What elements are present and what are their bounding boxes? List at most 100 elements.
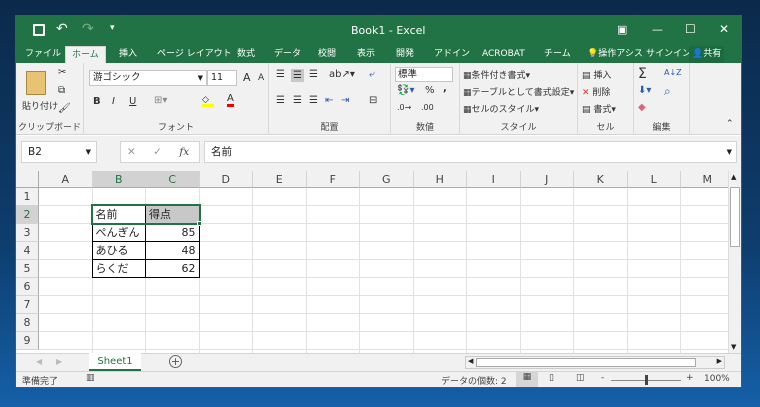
merge-icon[interactable]: ⊟ bbox=[369, 95, 377, 106]
wrap-text-icon[interactable]: ⤶ bbox=[369, 69, 375, 80]
borders-icon[interactable]: ⊞▾ bbox=[154, 95, 167, 106]
zoom-slider-thumb[interactable] bbox=[645, 375, 648, 385]
zoom-slider[interactable] bbox=[611, 375, 681, 385]
cell-C4[interactable]: 48 bbox=[145, 241, 200, 260]
column-header-L[interactable]: L bbox=[627, 171, 681, 188]
tab-home[interactable]: ホーム bbox=[65, 46, 106, 63]
number-format-select[interactable]: 標準 bbox=[395, 67, 453, 82]
align-center-icon[interactable]: ☰ bbox=[293, 95, 302, 106]
zoom-level[interactable]: 100% bbox=[704, 374, 730, 384]
copy-icon[interactable]: ⧉ bbox=[58, 85, 65, 96]
cell-C3[interactable]: 85 bbox=[145, 223, 200, 242]
insert-cells-button[interactable]: ▤ 挿入 bbox=[582, 68, 611, 81]
horizontal-scroll-thumb[interactable] bbox=[476, 358, 696, 367]
row-header-1[interactable]: 1 bbox=[16, 188, 39, 206]
row-header-4[interactable]: 4 bbox=[16, 242, 39, 260]
tab-insert[interactable]: 挿入 bbox=[116, 46, 140, 63]
row-header-8[interactable]: 8 bbox=[16, 314, 39, 332]
bold-button[interactable]: B bbox=[93, 96, 101, 107]
tab-review[interactable]: 校閲 bbox=[315, 46, 339, 63]
fill-color-icon[interactable]: ◇ bbox=[202, 95, 214, 107]
font-name-select[interactable]: 游ゴシック ▼ bbox=[89, 70, 207, 86]
column-header-G[interactable]: G bbox=[360, 171, 414, 188]
column-header-I[interactable]: I bbox=[467, 171, 521, 188]
add-sheet-button[interactable]: + bbox=[169, 355, 182, 368]
expand-formula-icon[interactable]: ▼ bbox=[727, 142, 732, 162]
clear-button[interactable]: ◆ bbox=[638, 102, 646, 113]
orientation-icon[interactable]: ab↗▾ bbox=[329, 69, 355, 80]
tab-acrobat[interactable]: ACROBAT bbox=[479, 46, 528, 63]
currency-icon[interactable]: 💱▾ bbox=[397, 85, 414, 96]
horizontal-scrollbar[interactable]: ◀ ▶ bbox=[465, 356, 725, 369]
increase-decimal-icon[interactable]: .0→ bbox=[397, 103, 411, 112]
row-header-3[interactable]: 3 bbox=[16, 224, 39, 242]
shrink-font-button[interactable]: A bbox=[258, 73, 264, 83]
minimize-button[interactable]: — bbox=[652, 23, 663, 36]
format-cells-button[interactable]: ▤ 書式▾ bbox=[582, 102, 616, 115]
column-header-B[interactable]: B bbox=[92, 171, 146, 188]
sort-filter-button[interactable]: A↓Z bbox=[664, 68, 682, 77]
scroll-left-icon[interactable]: ◀ bbox=[468, 357, 473, 365]
fill-icon[interactable]: ⬇▾ bbox=[638, 85, 651, 96]
page-break-view-button[interactable]: ◫ bbox=[576, 373, 585, 383]
tab-addins[interactable]: アドイン bbox=[431, 46, 473, 63]
column-header-K[interactable]: K bbox=[574, 171, 628, 188]
collapse-ribbon-icon[interactable]: ⌃ bbox=[726, 119, 734, 129]
scroll-right-icon[interactable]: ▶ bbox=[717, 357, 722, 365]
align-bottom-icon[interactable]: ☰ bbox=[309, 69, 318, 80]
cell-C5[interactable]: 62 bbox=[145, 259, 200, 278]
column-header-H[interactable]: H bbox=[413, 171, 467, 188]
macro-record-icon[interactable]: ▥ bbox=[86, 373, 95, 383]
column-header-M[interactable]: M bbox=[681, 171, 728, 188]
row-header-6[interactable]: 6 bbox=[16, 278, 39, 296]
sheet-tab-sheet1[interactable]: Sheet1 bbox=[89, 353, 141, 371]
tab-file[interactable]: ファイル bbox=[22, 46, 64, 63]
vertical-scrollbar[interactable]: ▲ ▼ bbox=[728, 171, 741, 353]
cell-B4[interactable]: あひる bbox=[91, 241, 146, 260]
column-header-A[interactable]: A bbox=[39, 171, 93, 188]
maximize-button[interactable]: ☐ bbox=[685, 22, 696, 36]
tab-team[interactable]: チーム bbox=[541, 46, 574, 63]
align-left-icon[interactable]: ☰ bbox=[276, 95, 285, 106]
decrease-decimal-icon[interactable]: .00 bbox=[421, 103, 434, 112]
paste-button[interactable]: 貼り付け bbox=[22, 99, 58, 112]
column-header-E[interactable]: E bbox=[253, 171, 307, 188]
worksheet-grid[interactable]: A B C D E F G H I J K L M 1 2 3 4 5 6 7 8 9 名前 得点 ぺんぎん 85 あひる 48 らくだ… bbox=[16, 171, 728, 353]
tell-me-button[interactable]: 💡操作アシス bbox=[584, 46, 646, 63]
name-box[interactable]: B2 ▼ bbox=[21, 141, 97, 163]
insert-function-icon[interactable]: fx bbox=[179, 146, 189, 158]
cell-B3[interactable]: ぺんぎん bbox=[91, 223, 146, 242]
formula-input[interactable]: 名前 ▼ bbox=[204, 141, 737, 163]
cell-C2[interactable]: 得点 bbox=[145, 205, 200, 224]
decrease-indent-icon[interactable]: ⇤ bbox=[325, 95, 333, 106]
normal-view-button[interactable]: ▦ bbox=[516, 372, 538, 387]
page-layout-view-button[interactable]: ▯ bbox=[549, 373, 554, 383]
share-button[interactable]: 👤共有 bbox=[689, 46, 725, 63]
customize-qat-icon[interactable]: ▾ bbox=[110, 23, 115, 33]
next-sheet-icon[interactable]: ▶ bbox=[56, 357, 62, 366]
autosum-button[interactable]: Σ bbox=[638, 66, 647, 82]
ribbon-display-icon[interactable]: ▣ bbox=[617, 23, 627, 36]
scroll-thumb[interactable] bbox=[730, 187, 740, 247]
tab-developer[interactable]: 開発 bbox=[393, 46, 417, 63]
tab-formulas[interactable]: 数式 bbox=[234, 46, 258, 63]
align-middle-icon[interactable]: ☰ bbox=[291, 69, 304, 82]
column-header-C[interactable]: C bbox=[146, 171, 200, 188]
comma-button[interactable]: , bbox=[443, 83, 447, 94]
scroll-down-icon[interactable]: ▼ bbox=[731, 343, 736, 351]
tab-data[interactable]: データ bbox=[271, 46, 304, 63]
find-select-button[interactable]: ⌕ bbox=[664, 84, 671, 99]
zoom-in-button[interactable]: + bbox=[686, 373, 694, 383]
column-header-J[interactable]: J bbox=[520, 171, 574, 188]
redo-icon[interactable]: ↷ bbox=[82, 21, 94, 37]
signin-link[interactable]: サインイン bbox=[643, 46, 694, 63]
percent-button[interactable]: % bbox=[425, 85, 435, 96]
zoom-out-button[interactable]: - bbox=[601, 373, 604, 383]
undo-icon[interactable]: ↶ bbox=[56, 21, 68, 37]
close-button[interactable]: ✕ bbox=[719, 22, 729, 36]
underline-button[interactable]: U bbox=[129, 96, 136, 107]
cell-styles-button[interactable]: ▦セルのスタイル▾ bbox=[463, 102, 539, 115]
font-size-select[interactable]: 11 bbox=[207, 70, 237, 86]
font-color-button[interactable]: A bbox=[227, 93, 234, 107]
cell-B5[interactable]: らくだ bbox=[91, 259, 146, 278]
